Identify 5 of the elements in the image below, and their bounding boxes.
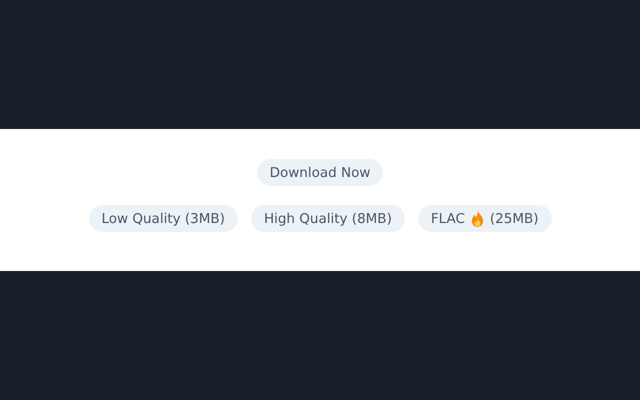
flame-icon (470, 210, 485, 227)
quality-option-button[interactable]: Low Quality (3MB) (88, 205, 238, 232)
quality-option-button[interactable]: High Quality (8MB) (250, 205, 405, 232)
download-button[interactable]: Download Now (256, 159, 384, 186)
quality-option-button[interactable]: FLAC (25MB) (418, 205, 552, 232)
